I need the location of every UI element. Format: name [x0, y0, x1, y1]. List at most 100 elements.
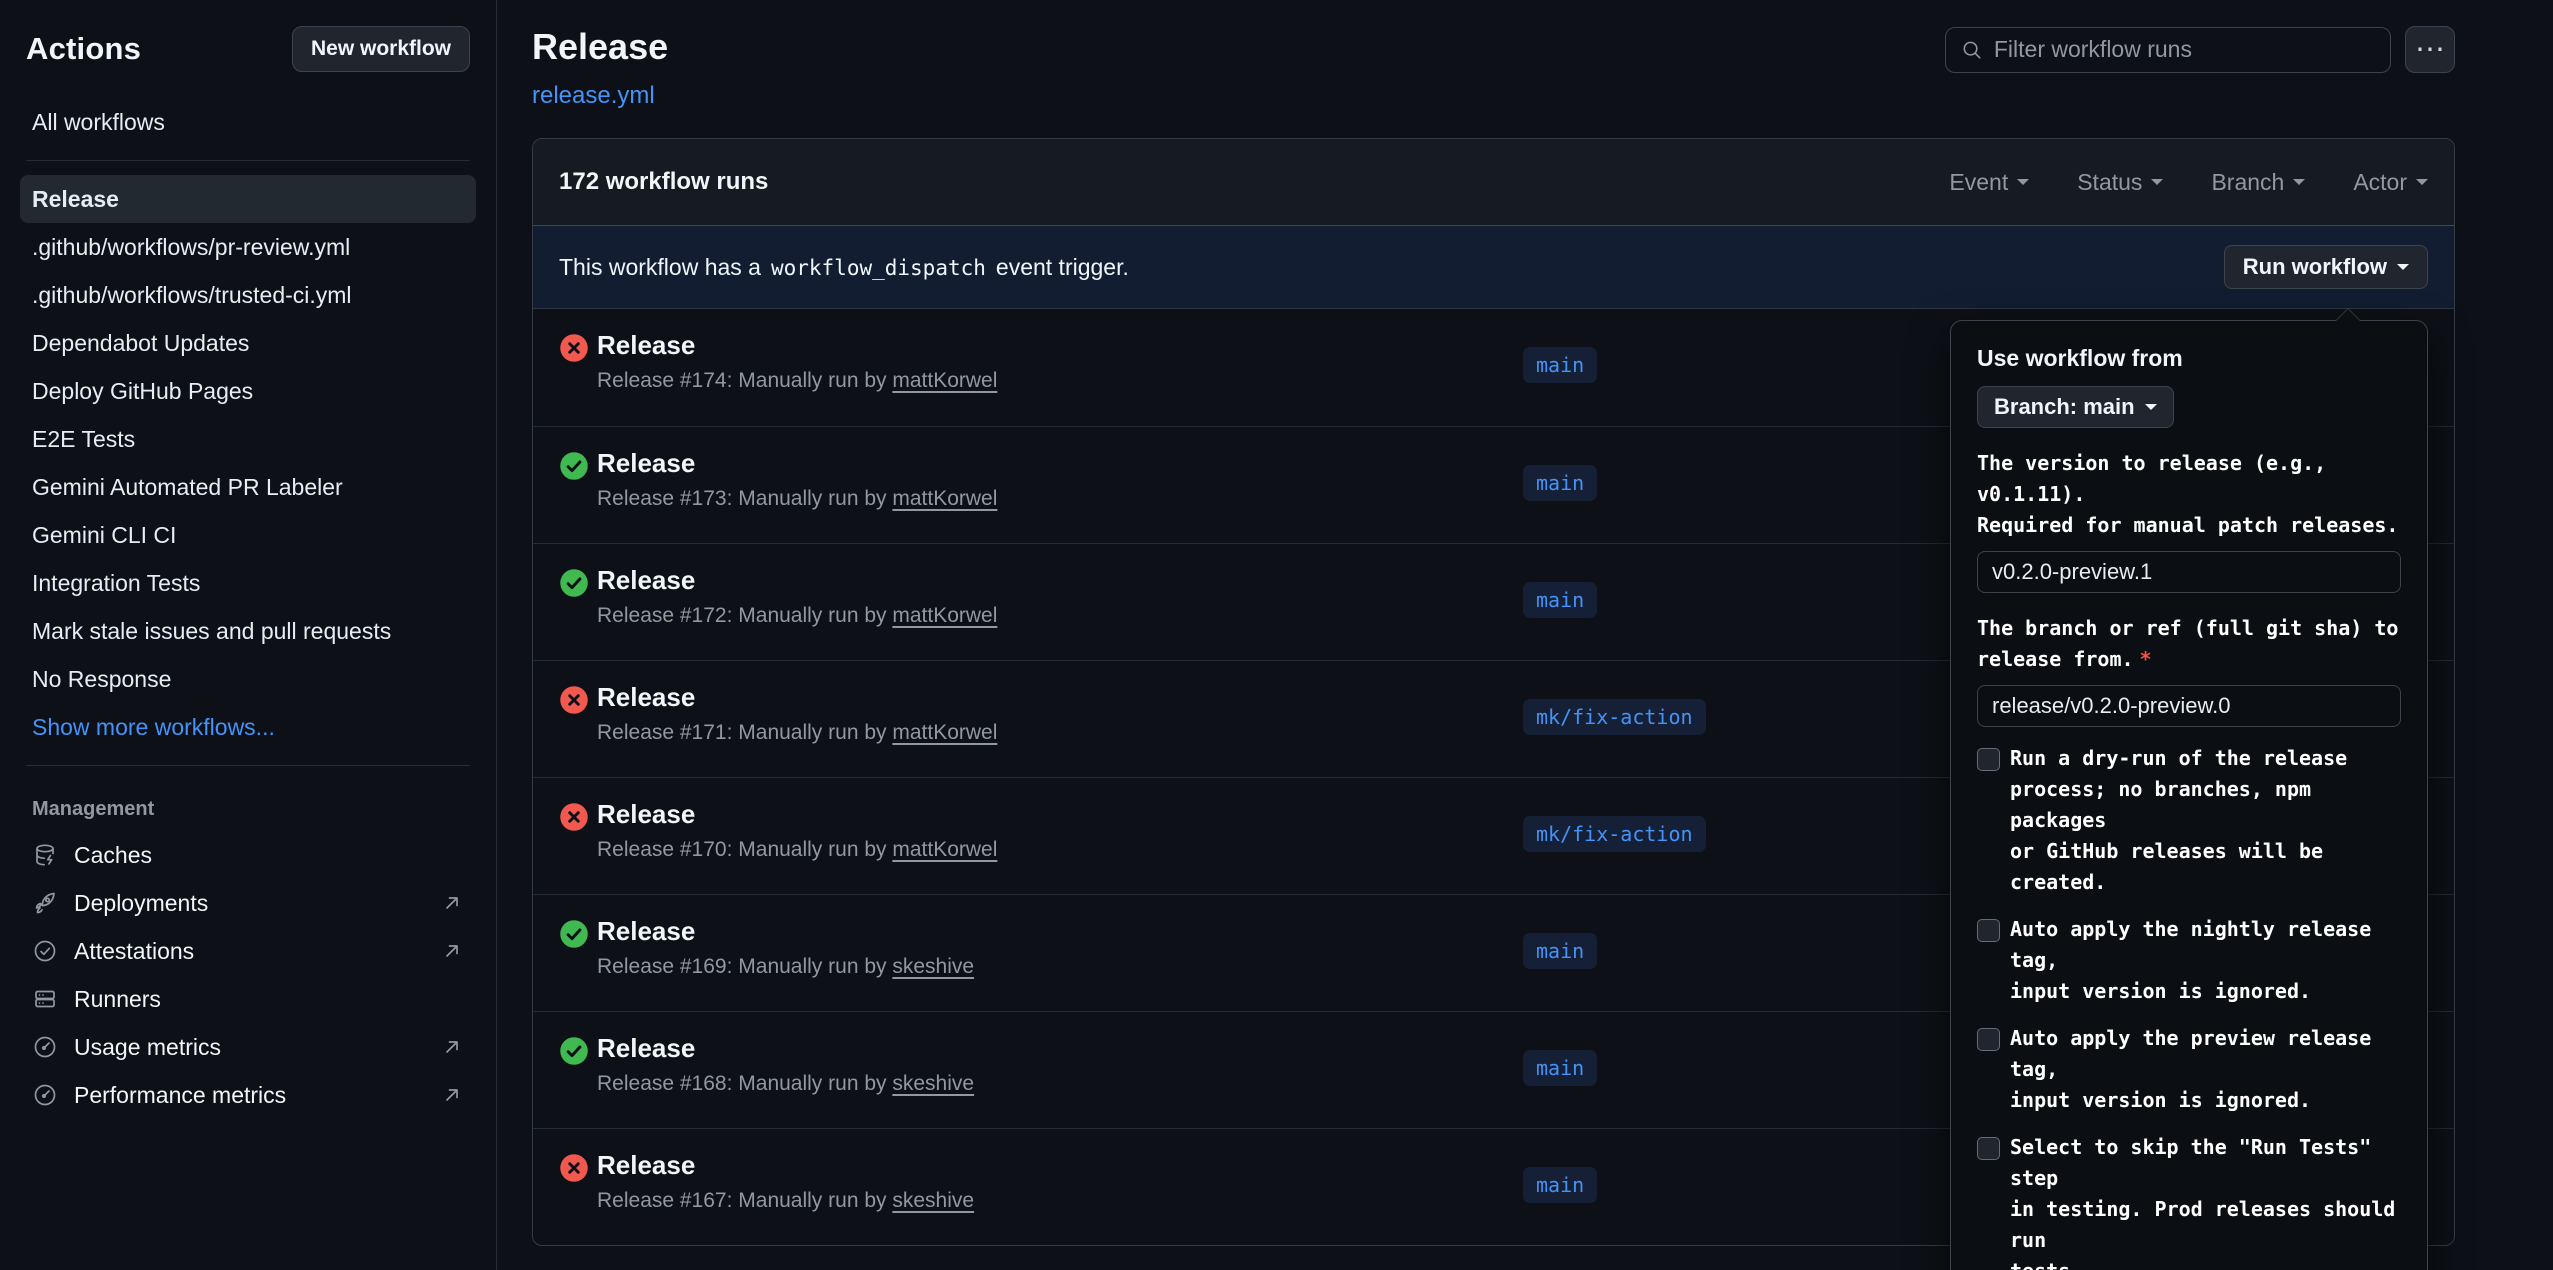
filter-runs-search[interactable] [1945, 27, 2391, 73]
sidebar-item-label: Runners [74, 986, 464, 1013]
branch-label[interactable]: mk/fix-action [1523, 699, 1706, 735]
sidebar-item-mark-stale[interactable]: Mark stale issues and pull requests [20, 607, 476, 655]
actor-link[interactable]: skeshive [892, 1072, 974, 1095]
sidebar-item-release[interactable]: Release [20, 175, 476, 223]
sidebar-item-integration-tests[interactable]: Integration Tests [20, 559, 476, 607]
branch-label[interactable]: main [1523, 1050, 1597, 1086]
sidebar-item-pr-review[interactable]: .github/workflows/pr-review.yml [20, 223, 476, 271]
show-more-workflows-link[interactable]: Show more workflows... [20, 703, 476, 751]
sidebar-item-e2e-tests[interactable]: E2E Tests [20, 415, 476, 463]
run-title-link[interactable]: Release [597, 915, 695, 947]
status-success-icon [559, 451, 589, 481]
run-title-link[interactable]: Release [597, 564, 695, 596]
preview-tag-checkbox-field[interactable]: Auto apply the preview release tag, inpu… [1977, 1023, 2401, 1116]
required-marker: * [2140, 647, 2152, 671]
status-failure-icon [559, 802, 589, 832]
run-description: Release #173: Manually run by mattKorwel [597, 487, 997, 511]
sidebar-item-all-workflows[interactable]: All workflows [20, 98, 476, 146]
sidebar-item-caches[interactable]: Caches [20, 831, 476, 879]
version-input[interactable] [1977, 551, 2401, 593]
sidebar-item-no-response[interactable]: No Response [20, 655, 476, 703]
rocket-icon [32, 890, 58, 916]
status-filter-dropdown[interactable]: Status [2077, 169, 2163, 196]
run-workflow-dialog: Use workflow from Branch: main The versi… [1950, 320, 2428, 1270]
skip-tests-checkbox-field[interactable]: Select to skip the "Run Tests" step in t… [1977, 1132, 2401, 1270]
chevron-down-icon [2017, 179, 2029, 191]
sidebar-item-attestations[interactable]: Attestations [20, 927, 476, 975]
external-link-icon [440, 891, 464, 915]
sidebar-item-gemini-cli-ci[interactable]: Gemini CLI CI [20, 511, 476, 559]
ref-input-label: The branch or ref (full git sha) to rele… [1977, 613, 2401, 675]
run-description: Release #168: Manually run by skeshive [597, 1072, 974, 1096]
sidebar-item-runners[interactable]: Runners [20, 975, 476, 1023]
actor-link[interactable]: mattKorwel [892, 487, 997, 510]
meter-icon [32, 1082, 58, 1108]
run-description: Release #174: Manually run by mattKorwel [597, 369, 997, 393]
sidebar-item-deployments[interactable]: Deployments [20, 879, 476, 927]
run-title-link[interactable]: Release [597, 1032, 695, 1064]
run-description: Release #170: Manually run by mattKorwel [597, 838, 997, 862]
sidebar-item-deploy-github-pages[interactable]: Deploy GitHub Pages [20, 367, 476, 415]
sidebar-item-label: Caches [74, 842, 464, 869]
branch-filter-dropdown[interactable]: Branch [2211, 169, 2305, 196]
actor-link[interactable]: skeshive [892, 955, 974, 978]
checkbox[interactable] [1977, 1028, 2000, 1051]
sidebar-divider [26, 160, 470, 161]
sidebar-item-label: Performance metrics [74, 1082, 424, 1109]
branch-select-button[interactable]: Branch: main [1977, 386, 2174, 428]
branch-label[interactable]: main [1523, 347, 1597, 383]
actor-link[interactable]: skeshive [892, 1189, 974, 1212]
event-filter-dropdown[interactable]: Event [1949, 169, 2029, 196]
sidebar-item-dependabot-updates[interactable]: Dependabot Updates [20, 319, 476, 367]
dialog-heading: Use workflow from [1977, 345, 2401, 372]
run-title-link[interactable]: Release [597, 1149, 695, 1181]
run-workflow-dropdown-button[interactable]: Run workflow [2224, 245, 2428, 289]
chevron-down-icon [2397, 264, 2409, 276]
sidebar-item-label: Usage metrics [74, 1034, 424, 1061]
workflow-file-link[interactable]: release.yml [532, 82, 655, 110]
actor-link[interactable]: mattKorwel [892, 721, 997, 744]
branch-label[interactable]: main [1523, 582, 1597, 618]
dry-run-checkbox-field[interactable]: Run a dry-run of the release process; no… [1977, 743, 2401, 898]
new-workflow-button[interactable]: New workflow [292, 26, 470, 72]
run-title-link[interactable]: Release [597, 329, 695, 361]
status-failure-icon [559, 333, 589, 363]
external-link-icon [440, 1083, 464, 1107]
checkbox[interactable] [1977, 1137, 2000, 1160]
external-link-icon [440, 939, 464, 963]
page-title: Release [532, 26, 668, 68]
run-title-link[interactable]: Release [597, 681, 695, 713]
branch-label[interactable]: mk/fix-action [1523, 816, 1706, 852]
sidebar-item-usage-metrics[interactable]: Usage metrics [20, 1023, 476, 1071]
branch-label[interactable]: main [1523, 1167, 1597, 1203]
chevron-down-icon [2293, 179, 2305, 191]
sidebar-item-performance-metrics[interactable]: Performance metrics [20, 1071, 476, 1119]
code-text: workflow_dispatch [771, 256, 986, 280]
status-success-icon [559, 1036, 589, 1066]
sidebar-title: Actions [26, 31, 141, 67]
runs-count: 172 workflow runs [559, 168, 768, 196]
actor-link[interactable]: mattKorwel [892, 838, 997, 861]
actor-link[interactable]: mattKorwel [892, 369, 997, 392]
version-input-label: The version to release (e.g., v0.1.11). … [1977, 448, 2401, 541]
sidebar-item-gemini-pr-labeler[interactable]: Gemini Automated PR Labeler [20, 463, 476, 511]
search-input[interactable] [1994, 36, 2376, 63]
meter-icon [32, 1034, 58, 1060]
sidebar-item-label: Deployments [74, 890, 424, 917]
sidebar-item-trusted-ci[interactable]: .github/workflows/trusted-ci.yml [20, 271, 476, 319]
actor-link[interactable]: mattKorwel [892, 604, 997, 627]
chevron-down-icon [2416, 179, 2428, 191]
status-success-icon [559, 568, 589, 598]
actor-filter-dropdown[interactable]: Actor [2353, 169, 2428, 196]
run-description: Release #172: Manually run by mattKorwel [597, 604, 997, 628]
page-options-icon[interactable]: ⋯ [2405, 26, 2455, 73]
nightly-tag-checkbox-field[interactable]: Auto apply the nightly release tag, inpu… [1977, 914, 2401, 1007]
run-title-link[interactable]: Release [597, 798, 695, 830]
actions-sidebar: Actions New workflow All workflows Relea… [0, 0, 497, 1270]
branch-label[interactable]: main [1523, 933, 1597, 969]
checkbox[interactable] [1977, 919, 2000, 942]
checkbox[interactable] [1977, 748, 2000, 771]
branch-label[interactable]: main [1523, 465, 1597, 501]
run-title-link[interactable]: Release [597, 447, 695, 479]
ref-input[interactable] [1977, 685, 2401, 727]
